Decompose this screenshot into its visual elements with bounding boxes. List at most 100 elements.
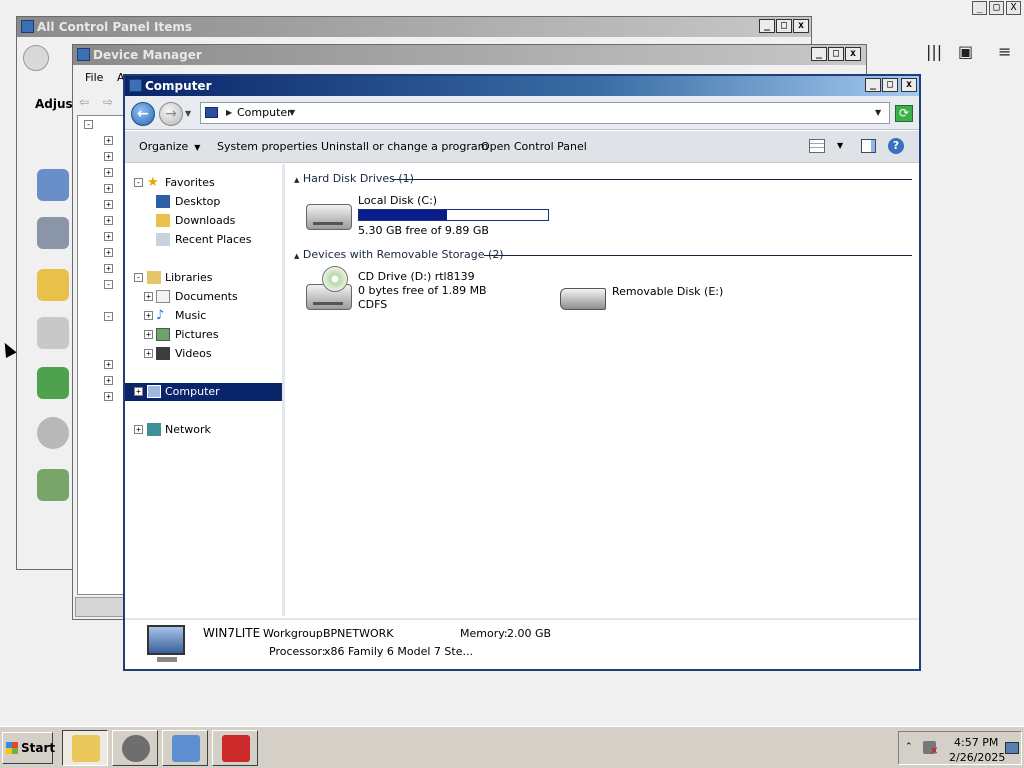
- sidebar-icon[interactable]: ▣: [958, 42, 973, 61]
- nav-item-videos[interactable]: + Videos: [125, 345, 282, 363]
- nav-item-network[interactable]: + Network: [125, 421, 282, 439]
- dm-root-node[interactable]: -: [84, 120, 93, 129]
- nav-item-pictures[interactable]: + Pictures: [125, 326, 282, 344]
- group-header-removable-storage[interactable]: ▲ Devices with Removable Storage (2): [294, 248, 504, 264]
- users-icon[interactable]: [37, 469, 69, 501]
- minimize-button[interactable]: _: [865, 78, 881, 92]
- dm-tree-node[interactable]: +: [104, 136, 113, 145]
- mouse-icon[interactable]: [37, 317, 69, 349]
- dm-tree-node[interactable]: +: [104, 392, 113, 401]
- chevron-right-icon[interactable]: ▶: [226, 108, 232, 117]
- dm-tree-node[interactable]: +: [104, 232, 113, 241]
- back-button[interactable]: ←: [131, 102, 155, 126]
- clock-date[interactable]: 2/26/2025: [949, 751, 1005, 764]
- dm-minimize-button[interactable]: _: [811, 47, 827, 61]
- dm-tree-node[interactable]: -: [104, 312, 113, 321]
- organize-button[interactable]: Organize ▼: [139, 140, 200, 153]
- forward-button[interactable]: →: [159, 102, 183, 126]
- clock-time[interactable]: 4:57 PM: [954, 736, 998, 749]
- taskbar-app-button[interactable]: [112, 730, 158, 766]
- chevron-down-icon[interactable]: ▼: [289, 108, 295, 117]
- folder-icon[interactable]: [37, 269, 69, 301]
- refresh-button[interactable]: ⟳: [895, 105, 913, 122]
- close-button[interactable]: x: [901, 78, 917, 92]
- taskbar-explorer-button[interactable]: [62, 730, 108, 766]
- drive-local-disk-c[interactable]: Local Disk (C:) 5.30 GB free of 9.89 GB: [306, 194, 606, 242]
- dm-menu-file[interactable]: File: [85, 71, 103, 84]
- settings-icon[interactable]: [37, 169, 69, 201]
- drive-removable-e[interactable]: Removable Disk (E:): [560, 280, 740, 320]
- network-icon[interactable]: [1005, 742, 1019, 754]
- dm-tree-node[interactable]: -: [104, 280, 113, 289]
- cp-back-button[interactable]: [23, 45, 49, 71]
- dm-tree-node[interactable]: +: [104, 152, 113, 161]
- device-icon[interactable]: [37, 217, 69, 249]
- start-button[interactable]: Start: [2, 732, 55, 764]
- collapse-icon[interactable]: -: [134, 178, 143, 187]
- nav-item-documents[interactable]: + Documents: [125, 288, 282, 306]
- dm-forward-arrow-icon[interactable]: ⇨: [103, 95, 113, 109]
- cp-close-button[interactable]: x: [793, 19, 809, 33]
- dm-tree-node[interactable]: +: [104, 200, 113, 209]
- expand-icon[interactable]: +: [134, 425, 143, 434]
- organize-label: Organize: [139, 140, 189, 153]
- nav-item-music[interactable]: + ♪ Music: [125, 307, 282, 325]
- host-close-button[interactable]: X: [1006, 1, 1021, 15]
- host-minimize-button[interactable]: _: [972, 1, 987, 15]
- recent-pages-dropdown-icon[interactable]: ▼: [185, 109, 191, 118]
- collapse-group-icon[interactable]: ▲: [294, 252, 299, 260]
- show-hidden-icons-icon[interactable]: ⌃: [905, 742, 913, 752]
- sound-icon[interactable]: [37, 417, 69, 449]
- nav-item-downloads[interactable]: Downloads: [125, 212, 282, 230]
- view-options-dropdown-icon[interactable]: ▼: [837, 141, 843, 150]
- cp-minimize-button[interactable]: _: [759, 19, 775, 33]
- power-icon[interactable]: [37, 367, 69, 399]
- nav-item-computer[interactable]: + Computer: [125, 383, 282, 401]
- expand-icon[interactable]: +: [144, 292, 153, 301]
- dm-tree-node[interactable]: +: [104, 248, 113, 257]
- dm-toolbar: ⇦ ⇨: [77, 93, 127, 111]
- change-view-icon[interactable]: [809, 139, 825, 153]
- dm-tree-node[interactable]: +: [104, 168, 113, 177]
- host-restore-button[interactable]: □: [989, 1, 1004, 15]
- computer-titlebar[interactable]: Computer: [125, 76, 919, 96]
- nav-item-recent-places[interactable]: Recent Places: [125, 231, 282, 249]
- address-path[interactable]: Computer: [237, 106, 292, 119]
- collapse-icon[interactable]: -: [134, 273, 143, 282]
- group-header-hard-disk-drives[interactable]: ▲ Hard Disk Drives (1): [294, 172, 414, 188]
- dm-maximize-button[interactable]: □: [828, 47, 844, 61]
- menu-icon[interactable]: ≡: [998, 42, 1011, 61]
- expand-icon[interactable]: +: [134, 387, 143, 396]
- drive-name: Local Disk (C:): [358, 194, 438, 207]
- workgroup-value: BPNETWORK: [323, 627, 394, 640]
- device-manager-titlebar[interactable]: Device Manager: [73, 45, 866, 65]
- expand-icon[interactable]: +: [144, 349, 153, 358]
- help-icon[interactable]: ?: [888, 138, 904, 154]
- taskbar-toolbox-button[interactable]: [212, 730, 258, 766]
- nav-item-desktop[interactable]: Desktop: [125, 193, 282, 211]
- open-control-panel-button[interactable]: Open Control Panel: [481, 140, 587, 153]
- dm-tree-node[interactable]: +: [104, 184, 113, 193]
- nav-item-favorites[interactable]: - ★ Favorites: [125, 174, 282, 192]
- dm-back-arrow-icon[interactable]: ⇦: [79, 95, 89, 109]
- drive-cd-d[interactable]: CD Drive (D:) rtl8139 0 bytes free of 1.…: [306, 266, 526, 318]
- dm-tree-node[interactable]: +: [104, 216, 113, 225]
- system-properties-button[interactable]: System properties: [217, 140, 318, 153]
- dm-close-button[interactable]: x: [845, 47, 861, 61]
- maximize-button[interactable]: □: [882, 78, 898, 92]
- dm-tree-node[interactable]: +: [104, 376, 113, 385]
- expand-icon[interactable]: +: [144, 330, 153, 339]
- expand-icon[interactable]: +: [144, 311, 153, 320]
- dm-tree-node[interactable]: +: [104, 360, 113, 369]
- address-dropdown-icon[interactable]: ▼: [875, 108, 881, 117]
- cp-maximize-button[interactable]: □: [776, 19, 792, 33]
- taskbar-control-panel-button[interactable]: [162, 730, 208, 766]
- control-panel-titlebar[interactable]: All Control Panel Items: [17, 17, 811, 37]
- library-icon[interactable]: |||: [926, 42, 942, 61]
- nav-item-libraries[interactable]: - Libraries: [125, 269, 282, 287]
- collapse-group-icon[interactable]: ▲: [294, 176, 299, 184]
- address-bar[interactable]: ▶ Computer ▼ ▼: [200, 102, 890, 124]
- uninstall-program-button[interactable]: Uninstall or change a program: [321, 140, 488, 153]
- dm-tree-node[interactable]: +: [104, 264, 113, 273]
- preview-pane-icon[interactable]: [861, 139, 876, 153]
